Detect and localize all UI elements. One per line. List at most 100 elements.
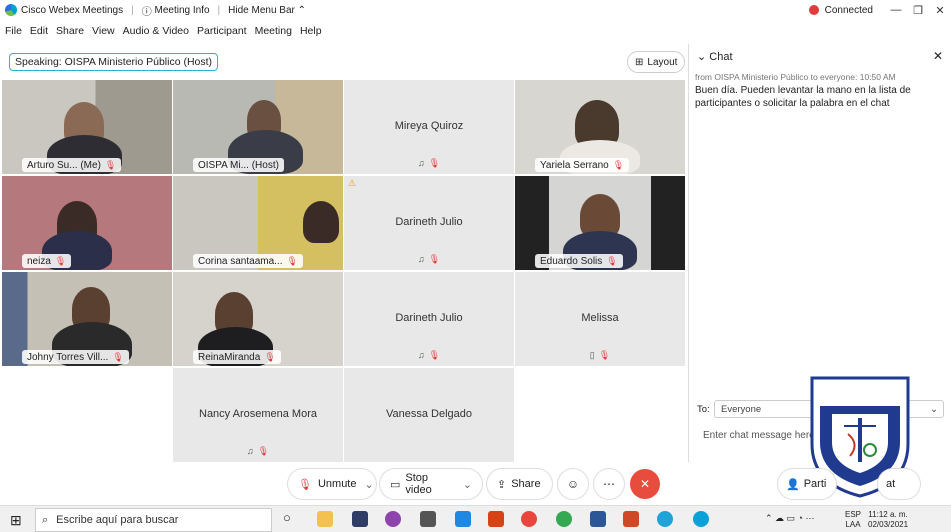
audio-icon: ♫ (417, 158, 425, 168)
person-icon: 👤 (786, 478, 800, 491)
taskbar-search-input[interactable]: ⌕ Escribe aquí para buscar (35, 508, 272, 532)
cortana-icon[interactable]: ○ (283, 510, 291, 525)
muted-icon: 🎙 (54, 255, 67, 266)
word-icon[interactable] (590, 511, 606, 527)
participant-name: Johny Torres Vill... 🎙 (22, 350, 129, 364)
close-chat-icon[interactable]: ✕ (933, 49, 943, 63)
video-tile[interactable]: Darineth Julio ♫ 🎙 (344, 272, 514, 366)
close-icon[interactable]: ✕ (929, 4, 951, 17)
chat-to-label: To: (697, 404, 710, 415)
stop-video-button[interactable]: ▭ Stop video ⌄ (380, 469, 482, 499)
chevron-down-icon[interactable]: ⌄ (697, 51, 709, 63)
app-b-icon[interactable] (352, 511, 368, 527)
participant-name: Darineth Julio (395, 312, 463, 324)
chevron-down-icon[interactable]: ⌄ (463, 478, 472, 491)
office-icon[interactable] (488, 511, 504, 527)
menu-participant[interactable]: Participant (197, 25, 247, 37)
clock[interactable]: 11:12 a. m. 02/03/2021 (868, 510, 908, 530)
reactions-button[interactable]: ☺ (558, 469, 588, 499)
video-tile[interactable]: ReinaMiranda 🎙 (173, 272, 343, 366)
video-tile[interactable]: Arturo Su... (Me) 🎙 (2, 80, 172, 174)
meeting-controls: 🎙 Unmute ⌄ ▭ Stop video ⌄ ⇪ Share ☺ ⋯ ✕ … (0, 466, 951, 502)
webex-taskbar-icon[interactable] (693, 511, 709, 527)
taskbar: ⊞ ⌕ Escribe aquí para buscar ○ ⌃ ☁ ▭ ◔ ⋯… (0, 505, 951, 532)
participant-name: Nancy Arosemena Mora (199, 408, 317, 420)
unmute-button[interactable]: 🎙 Unmute ⌄ (288, 469, 376, 499)
participant-name: ReinaMiranda 🎙 (193, 350, 281, 364)
speaking-indicator: Speaking: OISPA Ministerio Público (Host… (9, 53, 219, 71)
participants-button[interactable]: 👤 Parti (778, 469, 836, 499)
menu-bar: File Edit Share View Audio & Video Parti… (0, 22, 325, 40)
muted-icon: 🎙 (428, 350, 441, 360)
video-tile[interactable]: neiza 🎙 (2, 176, 172, 270)
info-icon: ⓘ (141, 6, 155, 18)
file-explorer-icon[interactable] (317, 511, 333, 527)
muted-icon: 🎙 (606, 255, 618, 266)
menu-edit[interactable]: Edit (30, 25, 48, 37)
windows-start-icon[interactable]: ⊞ (10, 512, 22, 529)
chat-button[interactable]: at (878, 469, 920, 499)
end-meeting-button[interactable]: ✕ (630, 469, 660, 499)
more-options-button[interactable]: ⋯ (594, 469, 624, 499)
menu-meeting[interactable]: Meeting (255, 25, 292, 37)
menu-file[interactable]: File (5, 25, 22, 37)
language-indicator[interactable]: ESP LAA (845, 510, 861, 530)
more-icon: ⋯ (603, 477, 615, 491)
muted-icon: 🎙 (428, 254, 441, 264)
participant-name: Melissa (581, 312, 619, 324)
muted-icon: 🎙 (598, 350, 611, 360)
restore-icon[interactable]: ❐ (907, 4, 929, 17)
search-icon: ⌕ (42, 513, 49, 526)
video-tile[interactable]: Corina santaama... 🎙 (173, 176, 343, 270)
video-tile[interactable]: OISPA Mi... (Host) (173, 80, 343, 174)
video-tile[interactable]: Yariela Serrano 🎙 (515, 80, 685, 174)
video-tile[interactable]: Melissa ▯ 🎙 (515, 272, 685, 366)
video-tile[interactable]: Nancy Arosemena Mora ♫ 🎙 (173, 368, 343, 462)
muted-icon: 🎙 (612, 159, 625, 170)
chat-message-meta: from OISPA Ministerio Público to everyon… (695, 72, 896, 82)
muted-icon: 🎙 (257, 446, 270, 456)
hide-menu-bar-button[interactable]: Hide Menu Bar (228, 5, 295, 16)
muted-icon: 🎙 (428, 158, 441, 168)
video-tile[interactable]: Vanessa Delgado (344, 368, 514, 462)
menu-audio-video[interactable]: Audio & Video (123, 25, 189, 37)
powerpoint-icon[interactable] (623, 511, 639, 527)
chrome-icon[interactable] (521, 511, 537, 527)
video-tile[interactable]: Mireya Quiroz ♫ 🎙 (344, 80, 514, 174)
edge-icon[interactable] (657, 511, 673, 527)
muted-icon: 🎙 (264, 351, 276, 362)
connection-status: Connected (824, 4, 873, 16)
video-tile[interactable]: Johny Torres Vill... 🎙 (2, 272, 172, 366)
video-tile[interactable]: ⚠ Darineth Julio ♫ 🎙 (344, 176, 514, 270)
participant-name: neiza 🎙 (22, 254, 72, 268)
tray-icons[interactable]: ⌃ ☁ ▭ ◔ ⋯ (765, 513, 814, 524)
muted-icon: 🎙 (104, 159, 117, 170)
chat-input[interactable]: Enter chat message here (703, 430, 815, 441)
store-icon[interactable] (420, 511, 436, 527)
audio-icon: ♫ (246, 446, 254, 456)
menu-share[interactable]: Share (56, 25, 84, 37)
firefox-icon[interactable] (385, 511, 401, 527)
minimize-icon[interactable]: — (885, 4, 907, 16)
menu-help[interactable]: Help (300, 25, 322, 37)
chrome-profile-icon[interactable] (556, 511, 572, 527)
menu-view[interactable]: View (92, 25, 115, 37)
participant-name: Arturo Su... (Me) 🎙 (22, 158, 122, 172)
warning-icon: ⚠ (348, 178, 357, 188)
share-button[interactable]: ⇪ Share (487, 469, 552, 499)
chat-title: ⌄ Chat (697, 51, 733, 63)
chat-message: Buen día. Pueden levantar la mano en la … (695, 85, 911, 109)
participant-name: Mireya Quiroz (394, 120, 464, 132)
muted-icon: 🎙 (286, 255, 298, 266)
chevron-down-icon[interactable]: ⌄ (365, 478, 374, 491)
grid-icon: ⊞ (635, 56, 644, 68)
audio-icon: ♫ (417, 254, 425, 264)
mail-icon[interactable] (455, 511, 471, 527)
meeting-info-button[interactable]: Meeting Info (154, 5, 209, 16)
participant-name: Corina santaama... 🎙 (193, 254, 303, 268)
smiley-icon: ☺ (566, 477, 580, 491)
layout-button[interactable]: ⊞ Layout (627, 51, 686, 73)
participant-name: Vanessa Delgado (385, 408, 473, 420)
video-tile[interactable]: Eduardo Solis 🎙 (515, 176, 685, 270)
share-icon: ⇪ (497, 478, 507, 491)
